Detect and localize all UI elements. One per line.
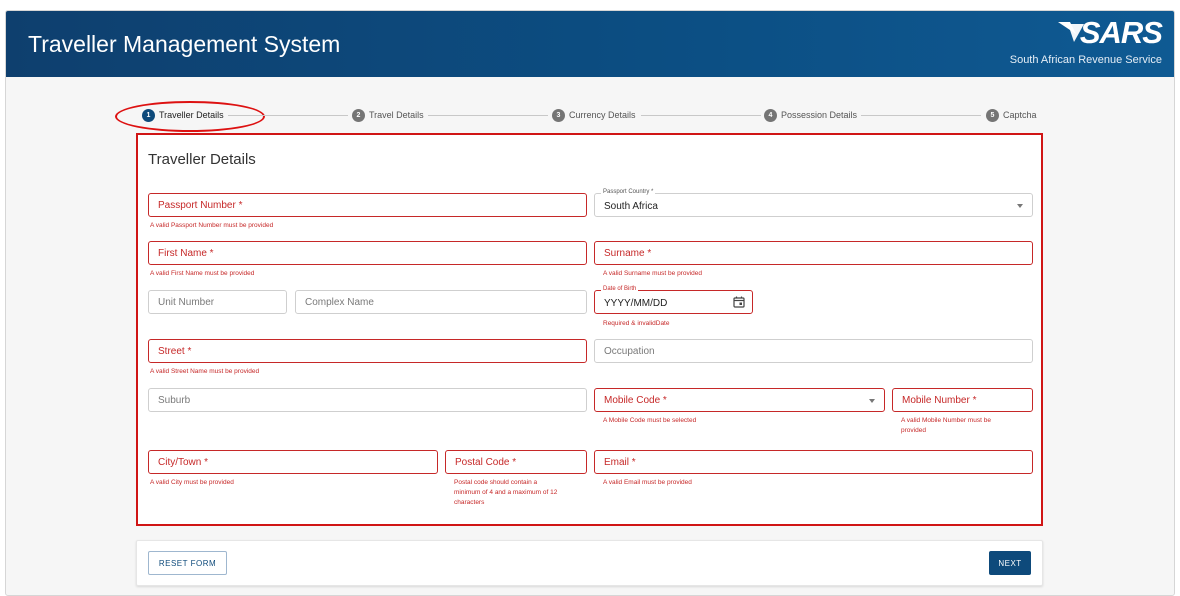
mobile-number-placeholder: Mobile Number * bbox=[902, 395, 977, 406]
occupation-placeholder: Occupation bbox=[604, 346, 655, 357]
surname-error: A valid Surname must be provided bbox=[603, 270, 702, 277]
first-name-placeholder: First Name * bbox=[158, 248, 214, 259]
chevron-down-icon bbox=[1017, 204, 1023, 208]
step-label: Captcha bbox=[1003, 110, 1037, 120]
street-placeholder: Street * bbox=[158, 346, 192, 357]
surname-field[interactable]: Surname * bbox=[594, 241, 1033, 265]
unit-number-field[interactable]: Unit Number bbox=[148, 290, 287, 314]
passport-country-value: South Africa bbox=[604, 201, 658, 212]
passport-number-error: A valid Passport Number must be provided bbox=[150, 222, 274, 229]
step-label: Possession Details bbox=[781, 110, 858, 120]
email-placeholder: Email * bbox=[604, 457, 636, 468]
step-number: 4 bbox=[764, 108, 777, 122]
date-of-birth-field[interactable]: Date of Birth YYYY/MM/DD bbox=[594, 286, 753, 314]
step-label: Traveller Details bbox=[159, 110, 224, 120]
sars-logo-text: SARS bbox=[1079, 15, 1163, 50]
calendar-icon[interactable] bbox=[732, 295, 746, 309]
postal-code-placeholder: Postal Code * bbox=[455, 457, 517, 468]
step-number: 2 bbox=[352, 108, 365, 122]
occupation-field[interactable]: Occupation bbox=[594, 339, 1033, 363]
postal-code-field[interactable]: Postal Code * bbox=[445, 450, 587, 474]
traveller-details-card: Traveller Details Passport Number * A va… bbox=[136, 133, 1043, 526]
complex-name-placeholder: Complex Name bbox=[305, 297, 374, 308]
stepper-connector bbox=[428, 115, 548, 116]
step-currency-details[interactable]: 3 Currency Details bbox=[552, 104, 636, 126]
app-title: Traveller Management System bbox=[28, 31, 341, 57]
complex-name-field[interactable]: Complex Name bbox=[295, 290, 587, 314]
date-of-birth-value: YYYY/MM/DD bbox=[604, 298, 668, 309]
unit-number-placeholder: Unit Number bbox=[158, 297, 215, 308]
date-of-birth-error: Required & invalidDate bbox=[603, 320, 670, 327]
city-placeholder: City/Town * bbox=[158, 457, 209, 468]
mobile-code-placeholder: Mobile Code * bbox=[604, 395, 667, 406]
step-travel-details[interactable]: 2 Travel Details bbox=[352, 104, 424, 126]
postal-code-error-line: minimum of 4 and a maximum of 12 bbox=[454, 489, 558, 496]
stepper: 1 Traveller Details 2 Travel Details 3 C… bbox=[136, 104, 1044, 126]
postal-code-error-line: Postal code should contain a bbox=[454, 479, 538, 486]
passport-number-placeholder: Passport Number * bbox=[158, 200, 243, 211]
step-label: Travel Details bbox=[369, 110, 424, 120]
city-error: A valid City must be provided bbox=[150, 479, 234, 486]
form-actions-bar: RESET FORM NEXT bbox=[136, 540, 1043, 586]
step-number: 1 bbox=[142, 108, 155, 122]
reset-form-button[interactable]: RESET FORM bbox=[148, 551, 227, 575]
mobile-code-select[interactable]: Mobile Code * bbox=[594, 388, 885, 412]
street-field[interactable]: Street * bbox=[148, 339, 587, 363]
step-possession-details[interactable]: 4 Possession Details bbox=[764, 104, 857, 126]
step-number: 3 bbox=[552, 108, 565, 122]
suburb-field[interactable]: Suburb bbox=[148, 388, 587, 412]
passport-number-field[interactable]: Passport Number * bbox=[148, 193, 587, 217]
postal-code-error-line: characters bbox=[454, 499, 485, 506]
first-name-error: A valid First Name must be provided bbox=[150, 270, 255, 277]
mobile-code-error: A Mobile Code must be selected bbox=[603, 417, 697, 424]
next-button[interactable]: NEXT bbox=[989, 551, 1031, 575]
sars-logo: SARS South African Revenue Service bbox=[982, 15, 1163, 67]
mobile-number-error-line: provided bbox=[901, 427, 926, 434]
step-traveller-details[interactable]: 1 Traveller Details bbox=[142, 104, 224, 126]
stepper-connector bbox=[228, 115, 348, 116]
sars-logo-subtitle: South African Revenue Service bbox=[1009, 54, 1162, 66]
step-number: 5 bbox=[986, 108, 999, 122]
step-captcha[interactable]: 5 Captcha bbox=[986, 104, 1037, 126]
suburb-placeholder: Suburb bbox=[158, 395, 191, 406]
postal-code-error: Postal code should contain a minimum of … bbox=[454, 478, 557, 508]
street-error: A valid Street Name must be provided bbox=[150, 368, 260, 375]
stepper-connector bbox=[641, 115, 761, 116]
step-label: Currency Details bbox=[569, 110, 636, 120]
passport-country-select[interactable]: Passport Country * South Africa bbox=[594, 189, 1033, 217]
date-of-birth-label: Date of Birth bbox=[601, 286, 639, 292]
passport-country-label: Passport Country * bbox=[601, 189, 656, 195]
stepper-connector bbox=[861, 115, 981, 116]
mobile-number-error-line: A valid Mobile Number must be bbox=[901, 417, 991, 424]
email-error: A valid Email must be provided bbox=[603, 479, 692, 486]
app-header: Traveller Management System SARS South A… bbox=[6, 11, 1174, 77]
mobile-number-error: A valid Mobile Number must be provided bbox=[901, 416, 991, 436]
surname-placeholder: Surname * bbox=[604, 248, 652, 259]
email-field[interactable]: Email * bbox=[594, 450, 1033, 474]
chevron-down-icon bbox=[869, 399, 875, 403]
mobile-number-field[interactable]: Mobile Number * bbox=[892, 388, 1033, 412]
city-field[interactable]: City/Town * bbox=[148, 450, 438, 474]
form-title: Traveller Details bbox=[148, 151, 256, 168]
first-name-field[interactable]: First Name * bbox=[148, 241, 587, 265]
